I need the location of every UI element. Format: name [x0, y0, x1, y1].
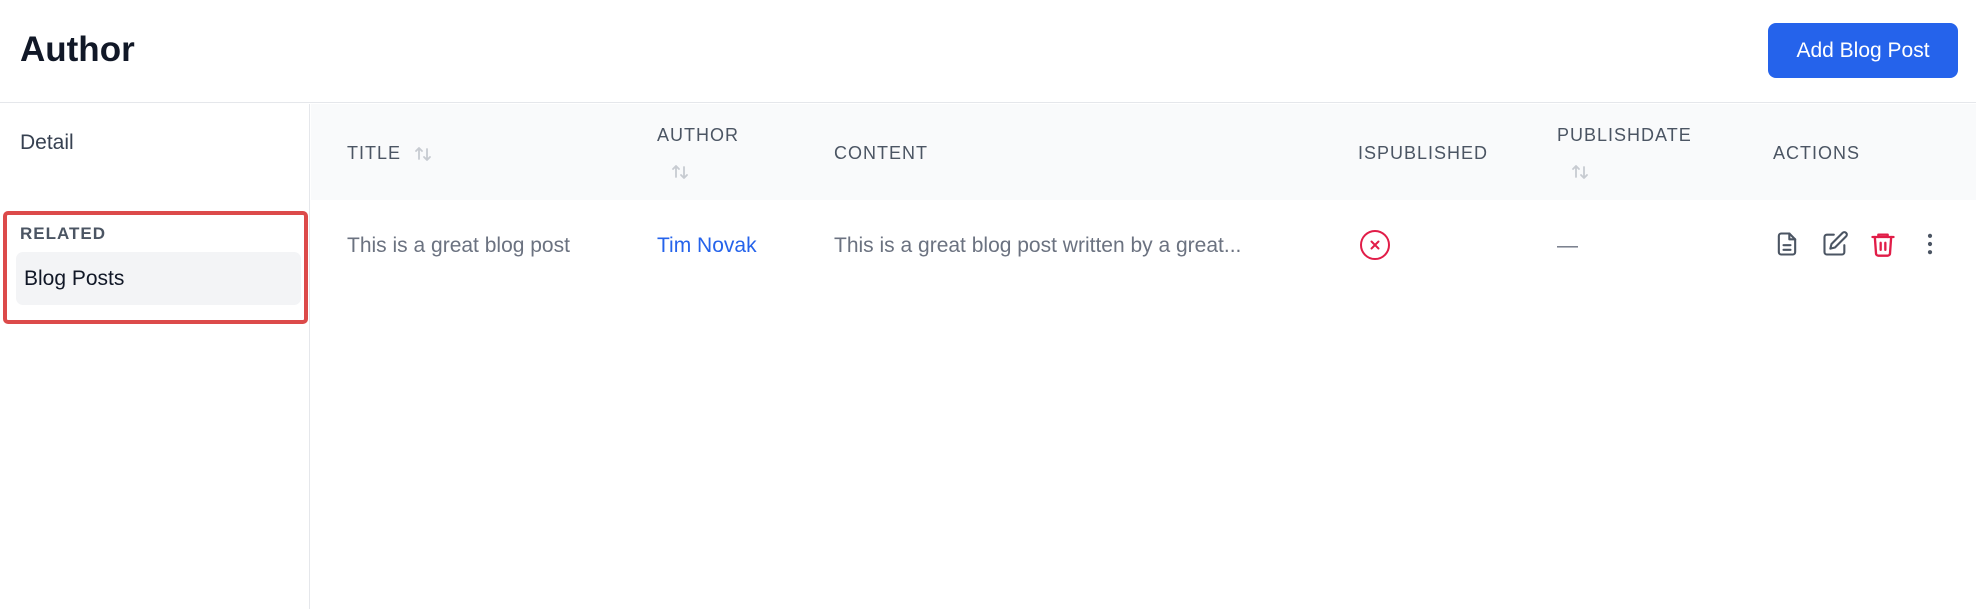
- view-document-icon[interactable]: [1773, 230, 1801, 258]
- column-header-title[interactable]: TITLE: [347, 143, 401, 164]
- sidebar-item-detail[interactable]: Detail: [20, 131, 74, 155]
- unpublished-x-circle-icon: [1359, 229, 1390, 260]
- blog-posts-table: TITLE AUTHOR CONTENT ISPUBLISHED PUBLISH…: [311, 104, 1976, 609]
- edit-icon[interactable]: [1821, 230, 1849, 258]
- related-section: RELATED Blog Posts: [3, 211, 308, 324]
- cell-title: This is a great blog post: [347, 234, 570, 257]
- page-title: Author: [20, 30, 135, 69]
- sort-icon[interactable]: [1570, 162, 1590, 182]
- column-header-ispublished: ISPUBLISHED: [1358, 143, 1489, 163]
- more-options-icon[interactable]: [1916, 230, 1944, 258]
- table-row[interactable]: This is a great blog post Tim Novak This…: [311, 200, 1976, 290]
- sidebar-item-label: Blog Posts: [24, 267, 125, 290]
- author-link[interactable]: Tim Novak: [657, 234, 757, 258]
- column-header-content: CONTENT: [834, 143, 928, 163]
- column-header-author[interactable]: AUTHOR: [657, 125, 739, 146]
- sidebar: Detail RELATED Blog Posts: [0, 104, 310, 609]
- related-heading: RELATED: [20, 224, 107, 243]
- page-header: Author Add Blog Post: [0, 0, 1976, 103]
- sort-icon[interactable]: [413, 144, 433, 164]
- column-header-publishdate[interactable]: PUBLISHDATE: [1557, 125, 1692, 146]
- sidebar-item-blog-posts[interactable]: Blog Posts: [16, 252, 301, 305]
- column-header-actions: ACTIONS: [1773, 143, 1861, 163]
- sort-icon[interactable]: [670, 162, 690, 182]
- cell-content: This is a great blog post written by a g…: [834, 234, 1242, 257]
- delete-trash-icon[interactable]: [1869, 230, 1897, 258]
- table-header: TITLE AUTHOR CONTENT ISPUBLISHED PUBLISH…: [311, 104, 1976, 200]
- add-blog-post-button[interactable]: Add Blog Post: [1768, 23, 1958, 78]
- cell-publishdate: —: [1557, 234, 1578, 257]
